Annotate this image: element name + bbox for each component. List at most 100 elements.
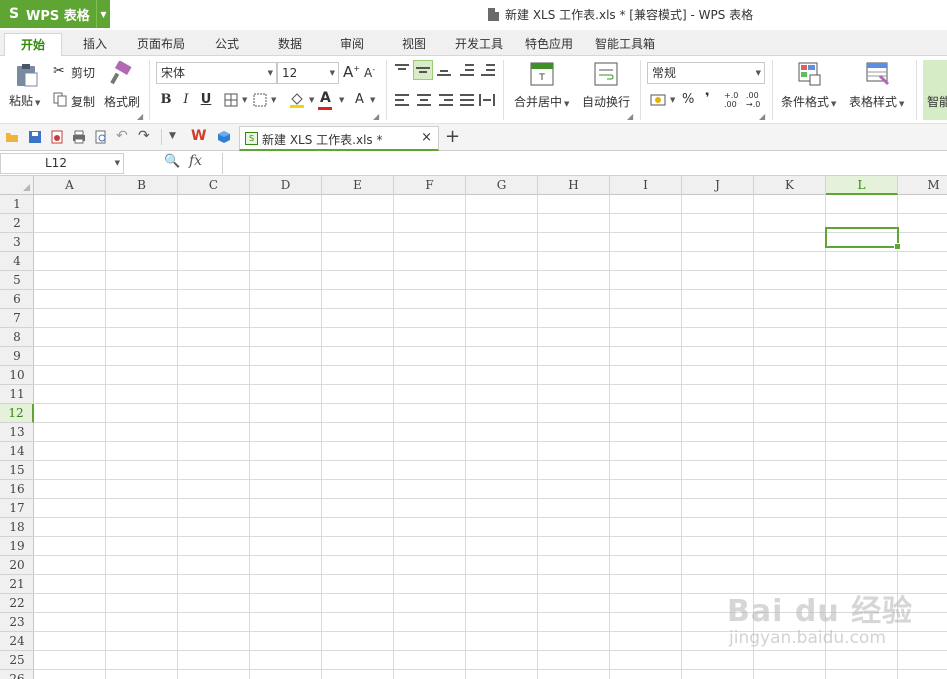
alignment-launcher-icon[interactable]: ◢ — [627, 112, 633, 121]
chevron-down-icon[interactable]: ▼ — [271, 96, 276, 104]
row-header-26[interactable]: 26 — [0, 670, 34, 679]
fill-color-icon[interactable] — [288, 91, 306, 109]
increase-decimal-button[interactable]: +.0 .00 — [724, 91, 740, 109]
tab-view[interactable]: 视图 — [392, 33, 436, 56]
row-header-13[interactable]: 13 — [0, 423, 34, 442]
row-header-23[interactable]: 23 — [0, 613, 34, 632]
formula-input[interactable] — [222, 153, 947, 174]
tab-special[interactable]: 特色应用 — [520, 33, 578, 56]
tab-formulas[interactable]: 公式 — [205, 33, 249, 56]
cloud-cube-icon[interactable] — [217, 130, 231, 144]
font-size-select[interactable]: 12 ▼ — [277, 62, 339, 84]
column-header-a[interactable]: A — [34, 176, 106, 195]
column-header-d[interactable]: D — [250, 176, 322, 195]
row-header-2[interactable]: 2 — [0, 214, 34, 233]
row-header-20[interactable]: 20 — [0, 556, 34, 575]
column-header-j[interactable]: J — [682, 176, 754, 195]
print-icon[interactable] — [72, 130, 86, 144]
increase-font-icon[interactable]: A+ — [343, 63, 360, 81]
bold-button[interactable]: B — [157, 91, 175, 109]
row-header-11[interactable]: 11 — [0, 385, 34, 404]
align-bottom-button[interactable] — [437, 64, 451, 76]
redo-icon[interactable]: ↷ — [138, 128, 150, 144]
customize-toolbar-icon[interactable]: ▼ — [169, 131, 176, 141]
tab-smart-toolbox[interactable]: 智能工具箱 — [590, 33, 660, 56]
align-top-button[interactable] — [395, 64, 409, 76]
row-header-8[interactable]: 8 — [0, 328, 34, 347]
column-header-k[interactable]: K — [754, 176, 826, 195]
row-header-17[interactable]: 17 — [0, 499, 34, 518]
row-header-21[interactable]: 21 — [0, 575, 34, 594]
row-header-24[interactable]: 24 — [0, 632, 34, 651]
comma-button[interactable]: ❜ — [705, 91, 710, 106]
distributed-align-icon[interactable] — [479, 93, 495, 107]
row-header-7[interactable]: 7 — [0, 309, 34, 328]
row-header-19[interactable]: 19 — [0, 537, 34, 556]
tab-page-layout[interactable]: 页面布局 — [130, 33, 192, 56]
row-header-6[interactable]: 6 — [0, 290, 34, 309]
border-icon[interactable] — [224, 93, 238, 107]
column-header-l[interactable]: L — [826, 176, 898, 195]
row-header-14[interactable]: 14 — [0, 442, 34, 461]
percent-button[interactable]: % — [682, 92, 694, 107]
row-header-3[interactable]: 3 — [0, 233, 34, 252]
row-header-15[interactable]: 15 — [0, 461, 34, 480]
clear-format-icon[interactable]: A — [355, 92, 364, 107]
decrease-decimal-button[interactable]: .00 →.0 — [746, 91, 762, 109]
align-center-button[interactable] — [417, 94, 431, 106]
increase-indent-button[interactable] — [481, 64, 495, 76]
align-middle-button[interactable] — [413, 60, 433, 80]
zoom-icon[interactable]: 🔍 — [164, 154, 180, 169]
row-header-1[interactable]: 1 — [0, 195, 34, 214]
cell-border-style-icon[interactable] — [253, 93, 267, 107]
select-all-button[interactable] — [0, 176, 34, 195]
chevron-down-icon[interactable]: ▼ — [339, 96, 344, 104]
row-header-25[interactable]: 25 — [0, 651, 34, 670]
wps-w-icon[interactable]: W — [191, 128, 206, 144]
column-header-e[interactable]: E — [322, 176, 394, 195]
row-header-4[interactable]: 4 — [0, 252, 34, 271]
align-left-button[interactable] — [395, 94, 409, 106]
underline-button[interactable]: U — [197, 91, 215, 109]
tab-data[interactable]: 数据 — [268, 33, 312, 56]
column-header-b[interactable]: B — [106, 176, 178, 195]
decrease-font-icon[interactable]: A- — [364, 65, 375, 80]
row-header-10[interactable]: 10 — [0, 366, 34, 385]
tab-insert[interactable]: 插入 — [70, 33, 120, 56]
chevron-down-icon[interactable]: ▼ — [370, 96, 375, 104]
chevron-down-icon[interactable]: ▼ — [96, 0, 110, 28]
active-cell-selection[interactable] — [825, 227, 901, 250]
column-header-f[interactable]: F — [394, 176, 466, 195]
justify-button[interactable] — [460, 94, 474, 106]
decrease-indent-button[interactable] — [460, 64, 474, 76]
app-menu-button[interactable]: S WPS 表格 ▼ — [0, 0, 110, 28]
export-pdf-icon[interactable] — [50, 130, 64, 144]
chevron-down-icon[interactable]: ▼ — [309, 96, 314, 104]
row-header-9[interactable]: 9 — [0, 347, 34, 366]
open-folder-icon[interactable] — [5, 130, 19, 144]
column-header-c[interactable]: C — [178, 176, 250, 195]
insert-function-button[interactable]: fx — [189, 153, 202, 169]
chevron-down-icon[interactable]: ▼ — [242, 96, 247, 104]
font-launcher-icon[interactable]: ◢ — [373, 112, 379, 121]
row-header-12[interactable]: 12 — [0, 404, 34, 423]
row-header-5[interactable]: 5 — [0, 271, 34, 290]
tab-review[interactable]: 审阅 — [330, 33, 374, 56]
currency-icon[interactable] — [650, 92, 666, 108]
clipboard-launcher-icon[interactable]: ◢ — [137, 112, 143, 121]
italic-button[interactable]: I — [177, 91, 195, 109]
row-header-18[interactable]: 18 — [0, 518, 34, 537]
name-box[interactable]: L12 ▼ — [0, 153, 124, 174]
align-right-button[interactable] — [439, 94, 453, 106]
smart-button[interactable]: 智能 — [923, 60, 947, 120]
font-name-select[interactable]: 宋体 ▼ — [156, 62, 277, 84]
column-header-m[interactable]: M — [898, 176, 947, 195]
number-launcher-icon[interactable]: ◢ — [759, 112, 765, 121]
row-header-22[interactable]: 22 — [0, 594, 34, 613]
chevron-down-icon[interactable]: ▼ — [670, 96, 675, 104]
tab-home[interactable]: 开始 — [4, 33, 62, 56]
column-header-h[interactable]: H — [538, 176, 610, 195]
column-header-g[interactable]: G — [466, 176, 538, 195]
new-tab-button[interactable]: + — [445, 126, 460, 147]
document-tab[interactable]: S 新建 XLS 工作表.xls * × — [239, 126, 439, 151]
